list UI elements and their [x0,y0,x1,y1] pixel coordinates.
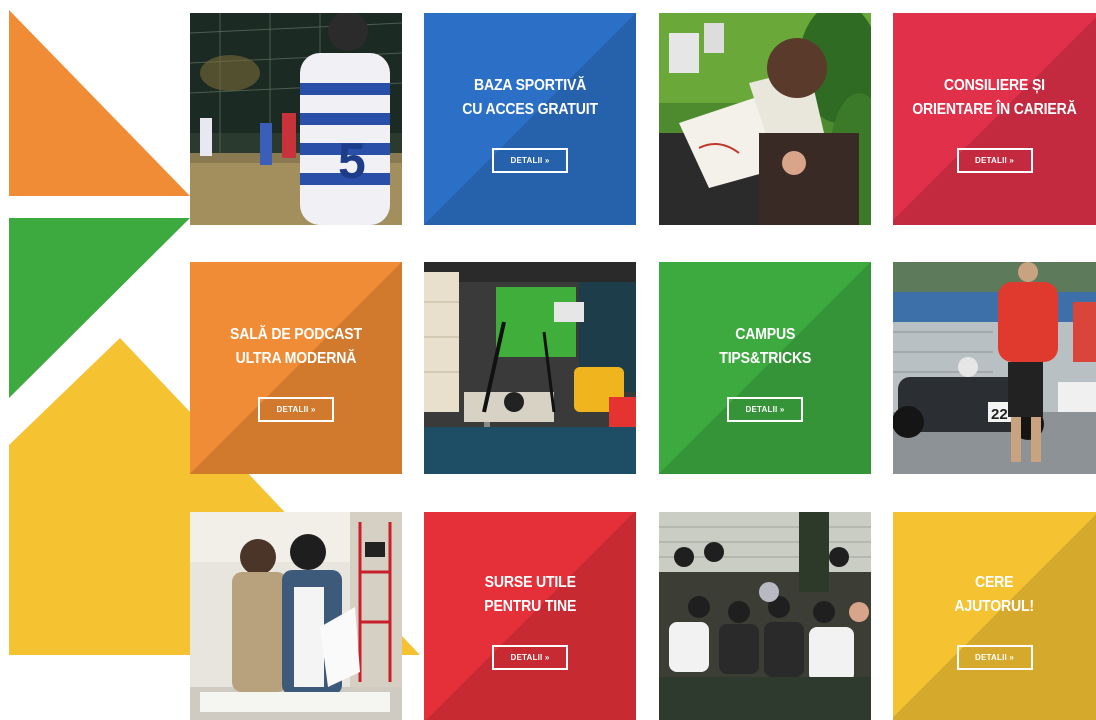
tile-useful-resources[interactable]: SURSE UTILE PENTRU TINE DETALII » [424,512,636,720]
tile-title-line-2: CU ACCES GRATUIT [462,100,598,118]
tile-drawing-photo[interactable] [659,13,871,225]
tile-podcast-studio-photo[interactable] [424,262,636,474]
tile-campus-tips[interactable]: CAMPUS TIPS&TRICKS DETALII » [659,262,871,474]
tile-title: CAMPUS TIPS&TRICKS [719,323,811,371]
tile-title-line-2: ULTRA MODERNĂ [235,349,357,367]
details-button[interactable]: DETALII » [727,396,803,422]
orange-triangle [9,10,190,196]
tile-ask-for-help[interactable]: CERE AJUTORUL! DETALII » [893,512,1096,720]
tile-title: CERE AJUTORUL! [955,571,1035,619]
tile-title-line-1: CERE [975,573,1014,591]
tile-race-car-photo[interactable]: 22 [893,262,1096,474]
tile-title: CONSILIERE ȘI ORIENTARE ÎN CARIERĂ [912,74,1077,122]
tile-audience-photo[interactable] [659,512,871,720]
details-button[interactable]: DETALII » [956,147,1033,173]
tile-title-line-2: AJUTORUL! [954,597,1035,615]
svg-text:5: 5 [338,133,366,189]
tile-exhibition-photo[interactable] [190,512,402,720]
details-button[interactable]: DETALII » [492,147,568,173]
audience-image [659,512,871,720]
tile-title-line-1: CONSILIERE ȘI [943,76,1045,94]
race-car-image: 22 [893,262,1096,474]
tile-title-line-1: BAZA SPORTIVĂ [473,76,587,94]
svg-text:22: 22 [991,406,1008,423]
tile-title: SURSE UTILE PENTRU TINE [484,571,576,619]
tile-title: SALĂ DE PODCAST ULTRA MODERNĂ [230,323,362,371]
tile-title: BAZA SPORTIVĂ CU ACCES GRATUIT [462,74,598,122]
tile-title-line-2: TIPS&TRICKS [719,349,811,367]
tile-title-line-2: ORIENTARE ÎN CARIERĂ [912,100,1077,118]
tile-football-photo[interactable]: 5 [190,13,402,225]
tile-title-line-1: SURSE UTILE [484,573,576,591]
services-grid-page: 5 BAZA SPORTIVĂ CU ACCES GRATUIT DETALII… [0,0,1096,720]
details-button[interactable]: DETALII » [258,396,334,422]
details-button[interactable]: DETALII » [492,644,568,670]
exhibition-image [190,512,402,720]
tile-sports-base[interactable]: BAZA SPORTIVĂ CU ACCES GRATUIT DETALII » [424,13,636,225]
football-photo-image: 5 [190,13,402,225]
tile-title-line-1: CAMPUS [735,325,795,343]
drawing-photo-image [659,13,871,225]
tile-podcast-room[interactable]: SALĂ DE PODCAST ULTRA MODERNĂ DETALII » [190,262,402,474]
tile-career-counseling[interactable]: CONSILIERE ȘI ORIENTARE ÎN CARIERĂ DETAL… [893,13,1096,225]
podcast-studio-image [424,262,636,474]
tile-title-line-2: PENTRU TINE [484,597,576,615]
tile-title-line-1: SALĂ DE PODCAST [230,325,362,343]
details-button[interactable]: DETALII » [956,644,1033,670]
